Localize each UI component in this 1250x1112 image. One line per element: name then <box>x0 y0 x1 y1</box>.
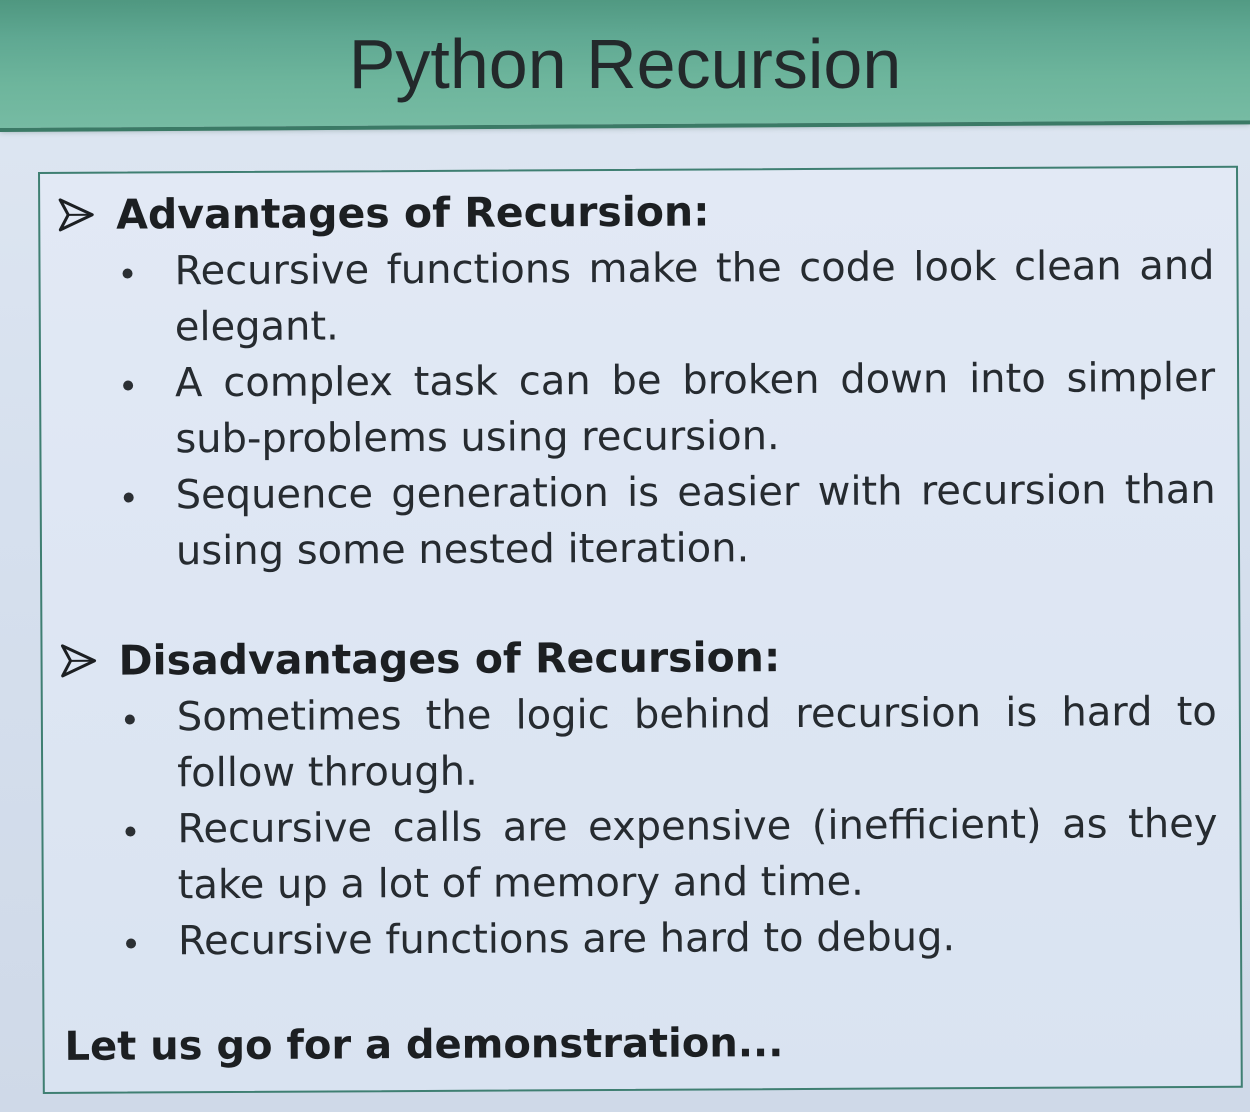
disadvantages-section: Disadvantages of Recursion: Sometimes th… <box>60 630 1222 970</box>
round-bullet-icon <box>124 714 135 725</box>
list-item: Recursive functions make the code look c… <box>58 238 1215 356</box>
round-bullet-icon <box>122 268 133 279</box>
arrowhead-bullet-icon <box>58 198 94 232</box>
list-item-text: Sequence generation is easier with recur… <box>175 466 1216 575</box>
advantages-list: Recursive functions make the code look c… <box>58 238 1220 580</box>
list-item-text: Recursive calls are expensive (inefficie… <box>177 800 1218 909</box>
slide-title: Python Recursion <box>348 25 902 103</box>
advantages-section: Advantages of Recursion: Recursive funct… <box>58 184 1220 580</box>
round-bullet-icon <box>126 938 137 949</box>
list-item: Sequence generation is easier with recur… <box>60 462 1217 580</box>
round-bullet-icon <box>123 380 134 391</box>
list-item-text: A complex task can be broken down into s… <box>174 354 1216 463</box>
disadvantages-list: Sometimes the logic behind recursion is … <box>61 684 1222 970</box>
list-item: Recursive functions are hard to debug. <box>62 908 1218 970</box>
list-item: Sometimes the logic behind recursion is … <box>61 684 1218 802</box>
disadvantages-heading-row: Disadvantages of Recursion: <box>60 630 1220 686</box>
content-box: Advantages of Recursion: Recursive funct… <box>38 165 1243 1094</box>
list-item: Recursive calls are expensive (inefficie… <box>61 796 1218 914</box>
list-item-text: Sometimes the logic behind recursion is … <box>176 688 1217 797</box>
arrowhead-bullet-icon <box>60 644 97 678</box>
list-item-text: Recursive functions make the code look c… <box>174 242 1215 351</box>
advantages-heading: Advantages of Recursion: <box>116 187 710 239</box>
round-bullet-icon <box>123 492 134 503</box>
closing-line: Let us go for a demonstration... <box>64 1020 784 1070</box>
list-item-text: Recursive functions are hard to debug. <box>177 914 956 965</box>
disadvantages-heading: Disadvantages of Recursion: <box>118 633 781 685</box>
round-bullet-icon <box>125 826 136 837</box>
list-item: A complex task can be broken down into s… <box>59 350 1216 468</box>
advantages-heading-row: Advantages of Recursion: <box>58 184 1218 240</box>
